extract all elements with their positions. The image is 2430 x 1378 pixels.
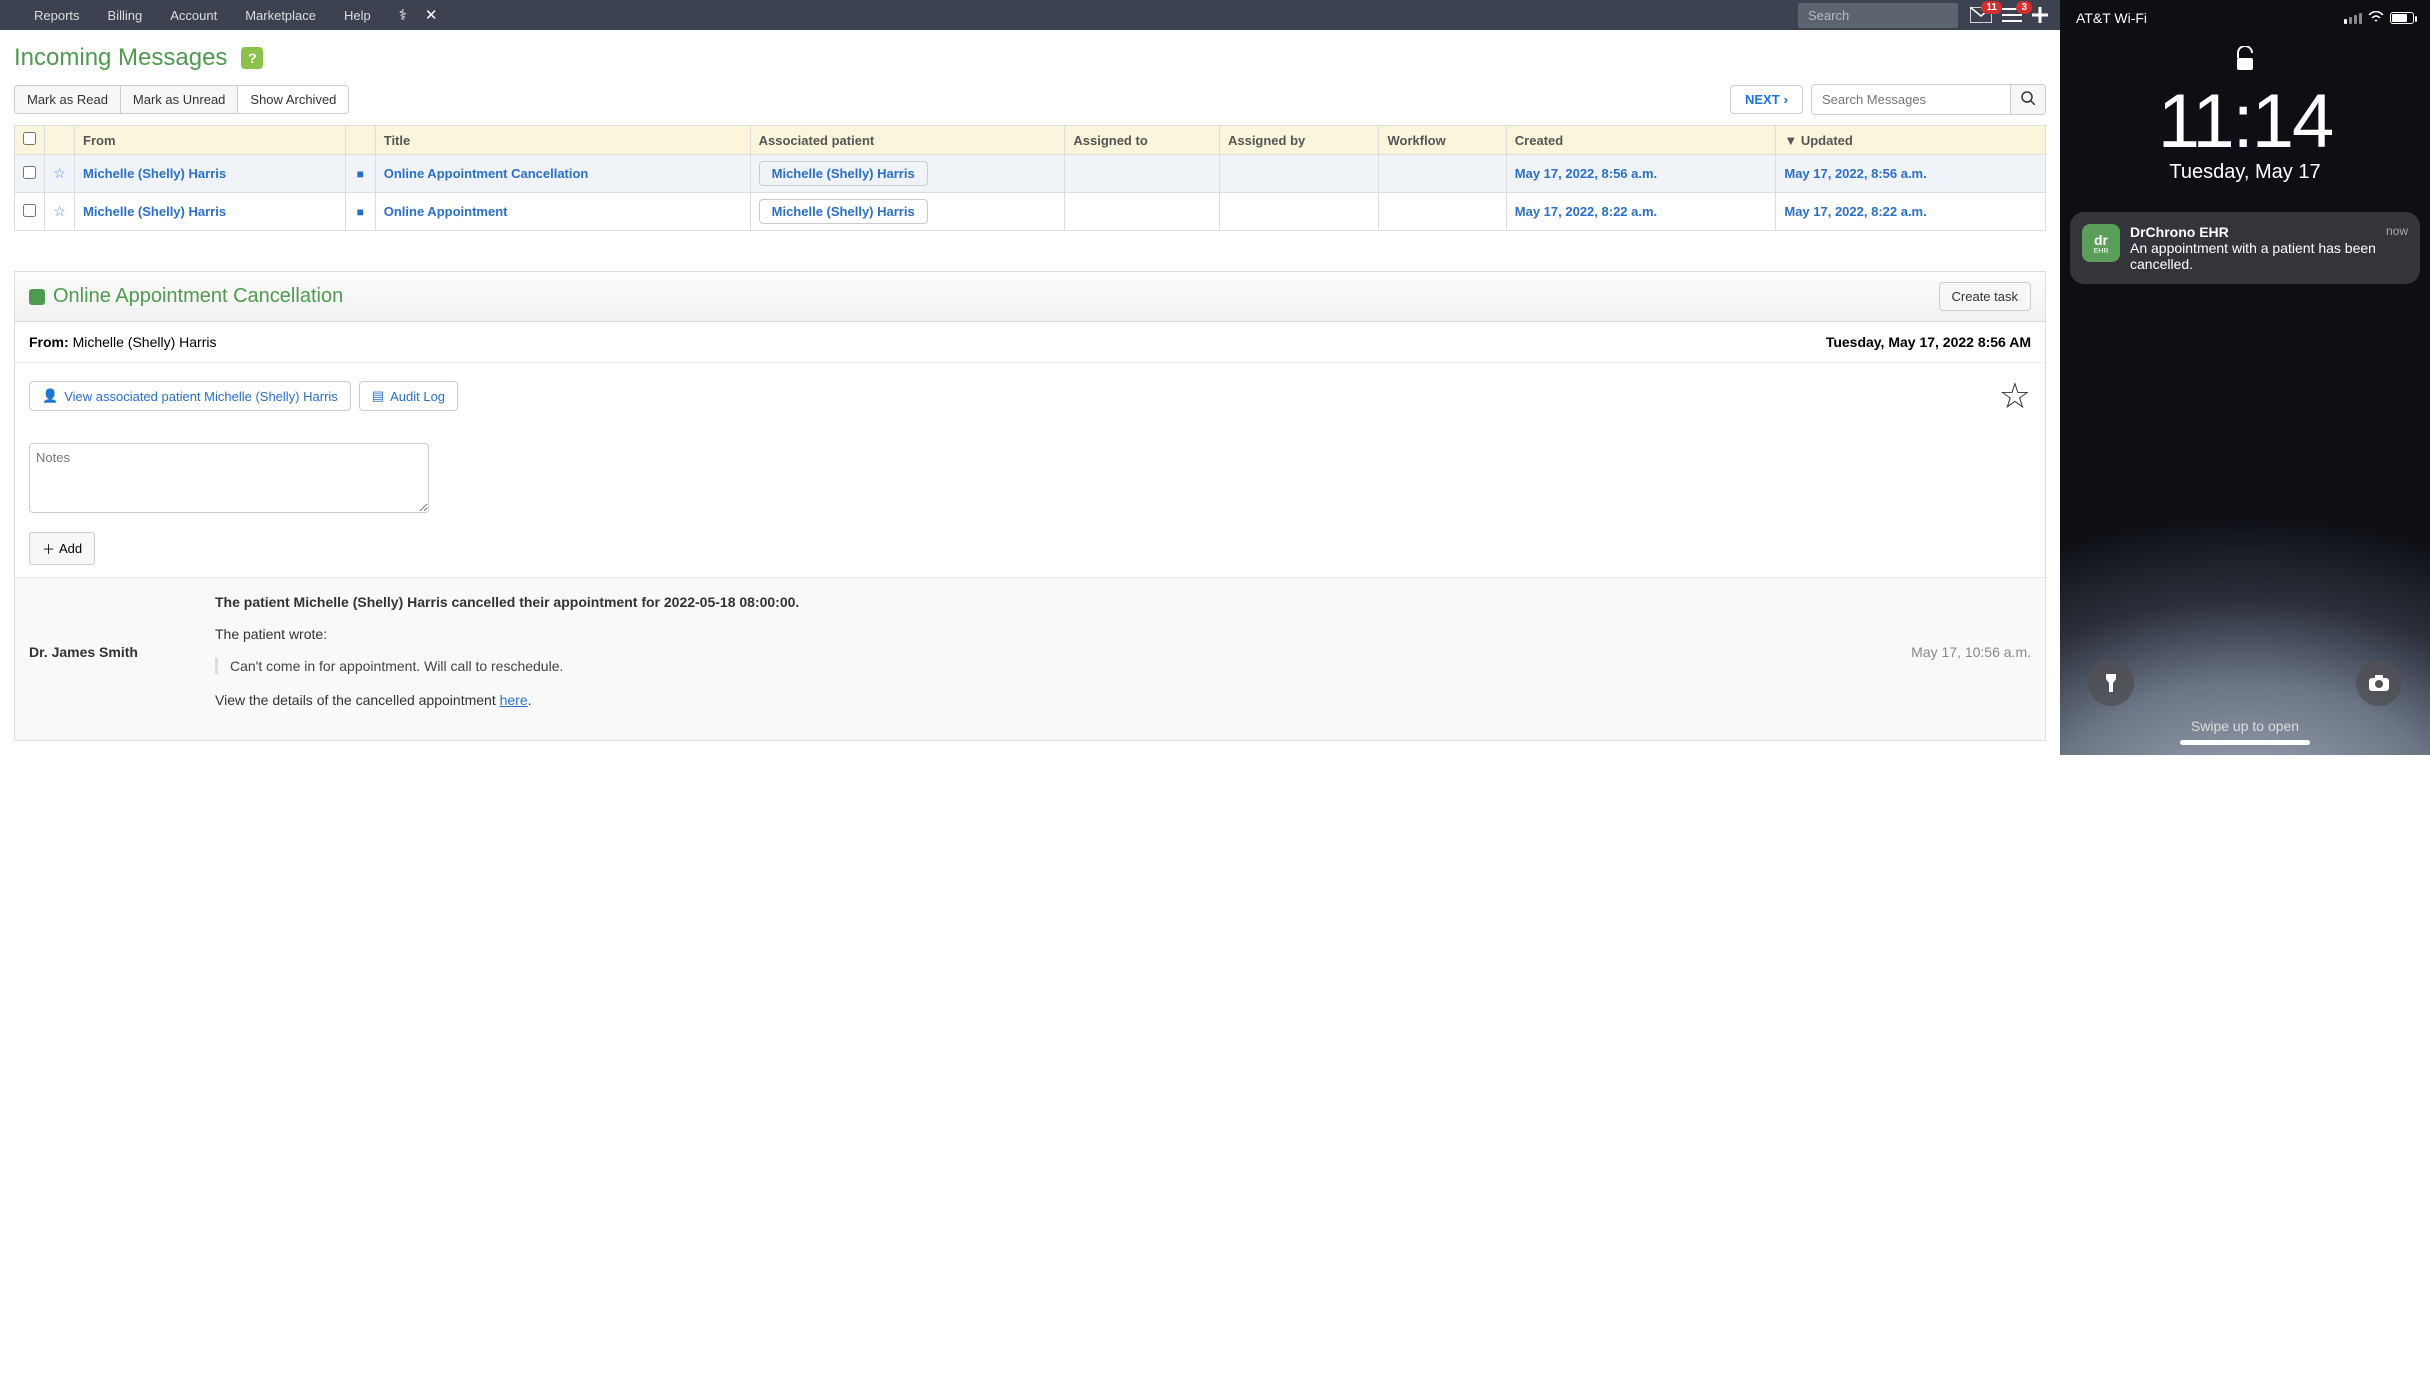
lock-date: Tuesday, May 17 <box>2060 161 2430 184</box>
cancel-summary: The patient Michelle (Shelly) Harris can… <box>215 594 799 610</box>
select-all-checkbox[interactable] <box>23 132 36 145</box>
mail-icon[interactable]: 11 <box>1970 7 1992 23</box>
star-icon[interactable]: ☆ <box>53 203 66 219</box>
messages-table: From Title Associated patient Assigned t… <box>14 125 2046 231</box>
camera-button[interactable] <box>2356 660 2402 706</box>
tasks-icon[interactable]: 3 <box>2002 7 2022 23</box>
patient-quote: Can't come in for appointment. Will call… <box>215 658 2031 674</box>
flashlight-icon <box>2102 672 2120 694</box>
status-icon: ■ <box>357 205 364 219</box>
search-messages-input[interactable] <box>1811 84 2011 115</box>
nav-account[interactable]: Account <box>156 8 231 23</box>
nav-help[interactable]: Help <box>330 8 385 23</box>
chevron-right-icon: › <box>1784 92 1788 107</box>
add-note-button[interactable]: ＋ Add <box>29 532 95 565</box>
message-detail: Online Appointment Cancellation Create t… <box>14 271 2046 741</box>
battery-icon <box>2390 12 2414 24</box>
message-author: Dr. James Smith <box>29 644 138 660</box>
col-patient[interactable]: Associated patient <box>750 126 1065 155</box>
col-assigned-to[interactable]: Assigned to <box>1065 126 1220 155</box>
patient-chip[interactable]: Michelle (Shelly) Harris <box>759 199 928 224</box>
col-updated[interactable]: ▼ Updated <box>1776 126 2046 155</box>
camera-icon <box>2368 674 2390 692</box>
status-icon: ■ <box>357 167 364 181</box>
col-assigned-by[interactable]: Assigned by <box>1219 126 1379 155</box>
here-link[interactable]: here <box>500 692 528 708</box>
home-indicator[interactable] <box>2180 740 2310 745</box>
row-from[interactable]: Michelle (Shelly) Harris <box>75 193 346 231</box>
mail-badge: 11 <box>1981 1 2002 14</box>
row-created: May 17, 2022, 8:56 a.m. <box>1506 155 1776 193</box>
add-icon[interactable] <box>2032 7 2048 23</box>
global-search-input[interactable] <box>1798 3 1958 28</box>
search-messages-button[interactable] <box>2011 84 2046 115</box>
col-created[interactable]: Created <box>1506 126 1776 155</box>
list-icon: ▤ <box>372 388 384 404</box>
swipe-hint: Swipe up to open <box>2060 718 2430 734</box>
notes-textarea[interactable] <box>29 443 429 513</box>
from-label: From: <box>29 334 69 350</box>
person-icon: 👤 <box>42 388 58 404</box>
lock-icon <box>2060 46 2430 78</box>
signal-icon <box>2344 13 2362 24</box>
show-archived-button[interactable]: Show Archived <box>237 85 349 114</box>
row-updated: May 17, 2022, 8:56 a.m. <box>1776 155 2046 193</box>
col-title[interactable]: Title <box>375 126 750 155</box>
flashlight-button[interactable] <box>2088 660 2134 706</box>
from-value: Michelle (Shelly) Harris <box>73 334 217 350</box>
plus-icon: ＋ <box>42 539 55 558</box>
favorite-star-icon[interactable]: ☆ <box>1999 375 2031 417</box>
next-button[interactable]: NEXT › <box>1730 85 1803 114</box>
lock-time: 11:14 <box>2060 78 2430 165</box>
notif-when: now <box>2386 224 2408 240</box>
row-checkbox[interactable] <box>23 166 36 179</box>
view-details-text: View the details of the cancelled appoin… <box>215 692 500 708</box>
detail-title: Online Appointment Cancellation <box>53 285 343 308</box>
row-updated: May 17, 2022, 8:22 a.m. <box>1776 193 2046 231</box>
detail-timestamp: Tuesday, May 17, 2022 8:56 AM <box>1826 334 2031 350</box>
message-time: May 17, 10:56 a.m. <box>1911 644 2031 660</box>
patient-wrote-label: The patient wrote: <box>215 626 2031 642</box>
nav-reports[interactable]: Reports <box>20 8 94 23</box>
row-from[interactable]: Michelle (Shelly) Harris <box>75 155 346 193</box>
col-from[interactable]: From <box>75 126 346 155</box>
caduceus-icon[interactable]: ⚕ <box>399 6 407 24</box>
phone-lockscreen: AT&T Wi-Fi 11:14 Tuesday, May 17 dr EHR … <box>2060 0 2430 755</box>
nav-marketplace[interactable]: Marketplace <box>231 8 330 23</box>
create-task-button[interactable]: Create task <box>1939 282 2031 311</box>
close-icon[interactable]: ✕ <box>425 6 438 24</box>
help-icon[interactable]: ? <box>241 47 263 69</box>
notif-body-text: An appointment with a patient has been c… <box>2130 240 2408 272</box>
row-created: May 17, 2022, 8:22 a.m. <box>1506 193 1776 231</box>
notif-app-name: DrChrono EHR <box>2130 224 2229 240</box>
nav-billing[interactable]: Billing <box>94 8 157 23</box>
tasks-badge: 3 <box>2016 1 2032 14</box>
search-icon <box>2021 91 2035 105</box>
table-row[interactable]: ☆ Michelle (Shelly) Harris ■ Online Appo… <box>15 155 2046 193</box>
wifi-icon <box>2368 10 2384 26</box>
mark-read-button[interactable]: Mark as Read <box>14 85 121 114</box>
row-title[interactable]: Online Appointment Cancellation <box>375 155 750 193</box>
audit-log-button[interactable]: ▤ Audit Log <box>359 381 458 411</box>
page-title: Incoming Messages <box>14 44 227 72</box>
carrier-label: AT&T Wi-Fi <box>2076 10 2147 26</box>
top-nav: Reports Billing Account Marketplace Help… <box>0 0 2060 30</box>
status-square-icon <box>29 289 45 305</box>
notification-card[interactable]: dr EHR DrChrono EHR now An appointment w… <box>2070 212 2420 284</box>
row-title[interactable]: Online Appointment <box>375 193 750 231</box>
col-workflow[interactable]: Workflow <box>1379 126 1506 155</box>
row-checkbox[interactable] <box>23 204 36 217</box>
star-icon[interactable]: ☆ <box>53 165 66 181</box>
table-row[interactable]: ☆ Michelle (Shelly) Harris ■ Online Appo… <box>15 193 2046 231</box>
app-icon: dr EHR <box>2082 224 2120 262</box>
patient-chip[interactable]: Michelle (Shelly) Harris <box>759 161 928 186</box>
mark-unread-button[interactable]: Mark as Unread <box>120 85 238 114</box>
view-patient-button[interactable]: 👤 View associated patient Michelle (Shel… <box>29 381 351 411</box>
